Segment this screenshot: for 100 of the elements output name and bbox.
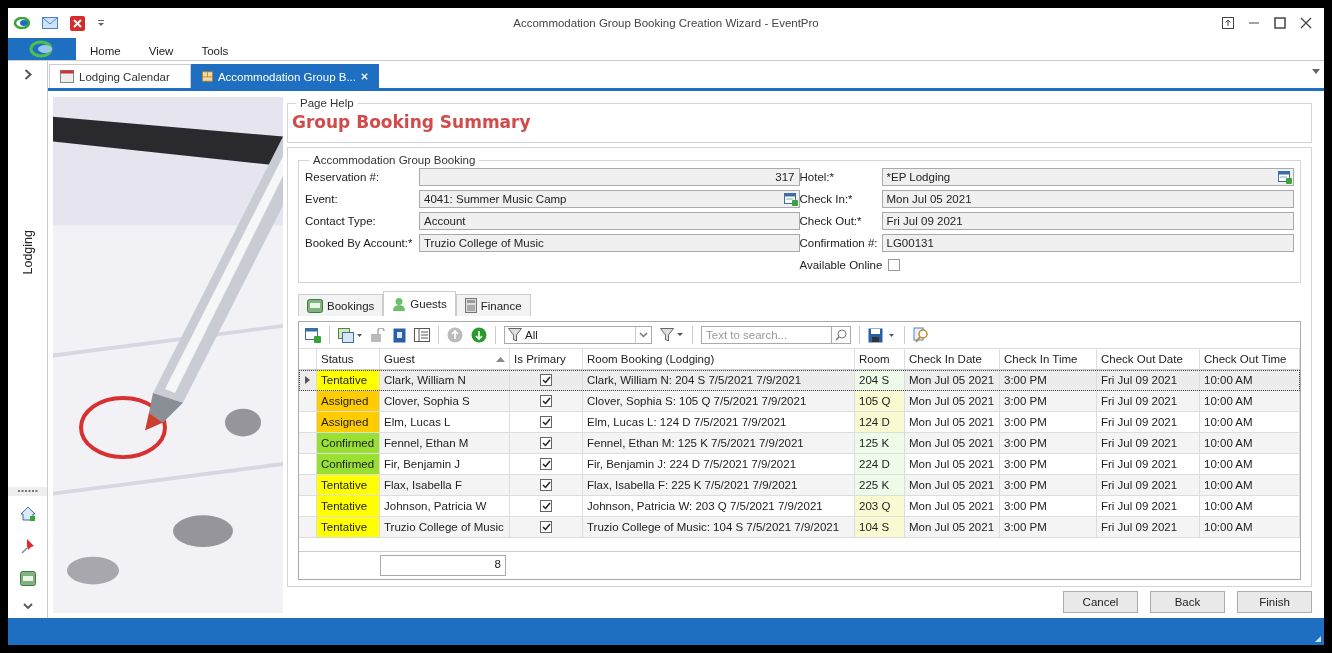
status-cell: Confirmed [317,454,380,474]
grip-icon[interactable] [17,490,38,493]
table-row[interactable]: Tentative Flax, Isabella F Flax, Isabella F: 225 K 7/5/2021 7/9/2021 225 K Mon Jul 05 2021 3:00 PM Fri Jul 09 2021 10:00 AM [299,475,1300,496]
status-cell: Tentative [317,496,380,516]
close-icon[interactable] [1300,17,1312,29]
page-heading: Group Booking Summary [292,112,532,132]
ribbon-tab[interactable]: Tools [187,38,243,60]
app-menu-button[interactable] [8,38,76,60]
table-cell: Fri Jul 09 2021 [1097,496,1200,516]
checkbox[interactable] [540,374,552,386]
table-cell: 3:00 PM [1000,454,1097,474]
grid-add-icon[interactable] [305,327,321,343]
bed-icon[interactable] [19,571,36,586]
status-cell: Tentative [317,517,380,537]
checkbox[interactable] [540,521,552,533]
text-field[interactable]: Mon Jul 05 2021 [881,190,1294,208]
document-tab[interactable]: Lodging Calendar [49,64,191,88]
resize-grip-icon[interactable] [1314,635,1322,643]
save-icon[interactable] [868,327,896,343]
search-button[interactable] [831,326,851,344]
field-label: Check In:* [799,193,854,205]
copy-grid-icon[interactable] [338,327,362,343]
tab[interactable]: Bookings [298,294,384,316]
wizard-button[interactable]: Cancel [1063,591,1138,613]
search-field[interactable]: Text to search... [701,326,831,344]
table-row[interactable]: Tentative Truzio College of Music Truzio College of Music: 104 S 7/5/2021 7/9/2021 104 S Mon Jul 05 2021 3:00 PM Fri Jul 09 2021 10:00 AM [299,517,1300,538]
text-field[interactable]: LG00131 [881,234,1294,252]
status-cell: Tentative [317,475,380,495]
checkbox[interactable] [540,416,552,428]
table-cell: 3:00 PM [1000,433,1097,453]
ribbon-tab[interactable]: View [134,38,188,60]
group-title: Page Help [299,97,355,109]
restore-icon[interactable] [1222,17,1234,29]
dropdown-arrow-icon[interactable] [1312,69,1320,74]
wizard-button[interactable]: Back [1150,591,1225,613]
move-down-icon[interactable] [471,327,487,343]
table-row[interactable]: Tentative Clark, William N Clark, William N: 204 S 7/5/2021 7/9/2021 204 S Mon Jul 05 2021 3:00 PM Fri Jul 09 2021 10:00 AM [299,370,1300,391]
panel-label: Lodging [20,230,35,275]
column-header[interactable]: Check Out Date [1097,349,1200,369]
row-indicator-icon [305,376,310,384]
calculator-icon [464,298,477,313]
table-row[interactable]: Assigned Clover, Sophia S Clover, Sophia S: 105 Q 7/5/2021 7/9/2021 105 Q Mon Jul 05 2021 3:00 PM Fri Jul 09 2021 10:00 AM [299,391,1300,412]
table-cell: 3:00 PM [1000,412,1097,432]
column-header[interactable]: Check Out Time [1200,349,1300,369]
checkbox[interactable] [888,259,901,271]
table-row[interactable]: Confirmed Fennel, Ethan M Fennel, Ethan M: 125 K 7/5/2021 7/9/2021 125 K Mon Jul 05 2021 3:00 PM Fri Jul 09 2021 10:00 AM [299,433,1300,454]
checkbox[interactable] [540,437,552,449]
column-header[interactable]: Room Booking (Lodging) [583,349,855,369]
text-field[interactable]: 317 [419,168,800,186]
column-header[interactable]: Check In Time [1000,349,1097,369]
maximize-icon[interactable] [1274,17,1286,29]
table-cell: Mon Jul 05 2021 [905,517,1000,537]
text-field[interactable]: Account [419,212,800,230]
checkbox[interactable] [540,500,552,512]
house-icon[interactable] [19,506,36,521]
tab[interactable]: Guests [383,291,456,316]
close-icon[interactable] [70,15,85,31]
filter-dropdown[interactable]: All [504,326,652,344]
text-field[interactable]: *EP Lodging [881,168,1294,186]
filter-menu-icon[interactable] [660,328,684,342]
chevron-down-icon[interactable] [22,603,33,610]
column-header[interactable]: Is Primary [510,349,583,369]
checkbox[interactable] [540,458,552,470]
wizard-button[interactable]: Finish [1237,591,1312,613]
field-label: Available Online [799,259,883,271]
status-cell: Assigned [317,412,380,432]
column-header[interactable]: Guest [380,349,510,369]
checkbox[interactable] [540,479,552,491]
table-cell: Fri Jul 09 2021 [1097,475,1200,495]
ribbon-tab[interactable]: Home [76,38,135,60]
table-cell: 3:00 PM [1000,475,1097,495]
app-logo-icon[interactable] [14,17,30,29]
table-cell: Truzio College of Music [380,517,510,537]
expand-icon[interactable] [23,69,32,80]
text-field[interactable]: Truzio College of Music [419,234,800,252]
column-header[interactable]: Check In Date [905,349,1000,369]
tab[interactable]: Finance [455,294,531,316]
table-cell: Fri Jul 09 2021 [1097,454,1200,474]
table-cell: 10:00 AM [1200,433,1300,453]
room-cell: 204 S [855,370,905,390]
find-icon[interactable] [913,327,929,343]
dropdown-icon[interactable] [97,19,105,27]
panel-icon[interactable] [414,328,430,342]
document-tab[interactable]: Accommodation Group B... [191,64,379,88]
room-cell: 105 Q [855,391,905,411]
text-field[interactable]: Fri Jul 09 2021 [881,212,1294,230]
book-icon[interactable] [393,327,406,343]
mail-icon[interactable] [42,17,58,29]
lookup-icon[interactable] [1278,170,1292,184]
lookup-icon[interactable] [783,192,798,206]
checkbox[interactable] [540,395,552,407]
splitter-handle[interactable] [8,487,47,496]
column-header[interactable]: Room [855,349,905,369]
layout-icon [202,70,213,83]
table-cell: 10:00 AM [1200,517,1300,537]
column-header[interactable]: Status [317,349,380,369]
text-field[interactable]: 4041: Summer Music Camp [419,190,800,208]
room-cell: 124 D [855,412,905,432]
row-count: 8 [380,555,506,576]
room-cell: 225 K [855,475,905,495]
